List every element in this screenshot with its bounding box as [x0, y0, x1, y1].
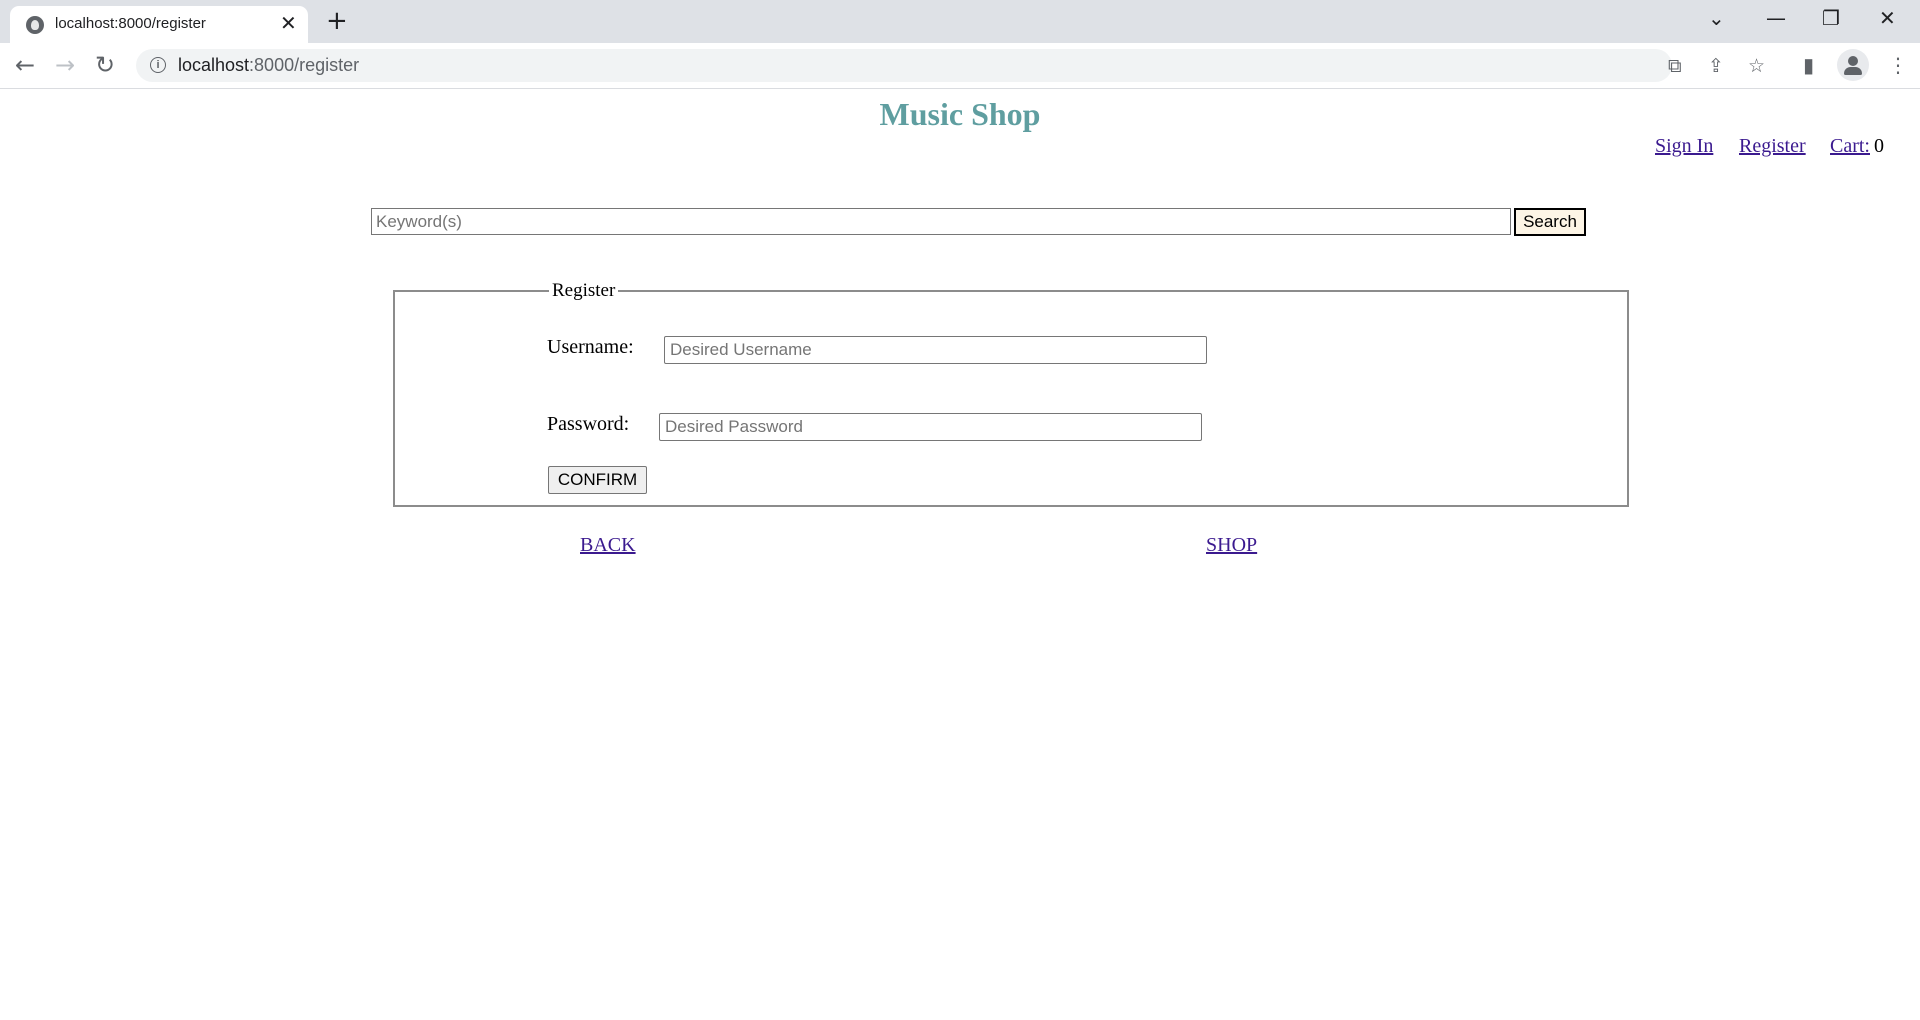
tab-title: localhost:8000/register [55, 15, 206, 32]
back-link[interactable]: BACK [580, 534, 636, 557]
forward-icon[interactable]: → [55, 51, 75, 79]
new-tab-icon[interactable]: + [326, 6, 348, 36]
register-legend: Register [549, 280, 619, 302]
search-button[interactable]: Search [1514, 208, 1586, 236]
password-field[interactable]: Desired Password [659, 413, 1202, 441]
sign-in-link[interactable]: Sign In [1655, 135, 1713, 158]
bookmark-star-icon[interactable]: ☆ [1748, 55, 1765, 77]
cart-link[interactable]: Cart: [1830, 135, 1870, 158]
username-field[interactable]: Desired Username [664, 336, 1207, 364]
search-input[interactable] [371, 208, 1511, 235]
register-fieldset: Register Username: Desired Username Pass… [393, 280, 1629, 507]
restore-icon[interactable]: ❐ [1822, 6, 1840, 30]
back-icon[interactable]: ← [15, 51, 35, 79]
cart-count: 0 [1874, 135, 1884, 157]
url-text: localhost:8000/register [178, 55, 360, 75]
username-label: Username: [547, 336, 634, 358]
browser-tab[interactable]: localhost:8000/register ✕ [10, 6, 308, 43]
minimize-icon[interactable]: — [1766, 6, 1786, 30]
profile-avatar-icon[interactable] [1837, 49, 1869, 81]
browser-tab-bar: localhost:8000/register ✕ + ⌄ — ❐ ✕ [0, 0, 1920, 43]
translate-icon[interactable]: ⧉ [1668, 55, 1682, 77]
tab-search-icon[interactable]: ⌄ [1708, 6, 1725, 30]
close-tab-icon[interactable]: ✕ [280, 11, 297, 35]
page-title: Music Shop [879, 96, 1041, 132]
close-window-icon[interactable]: ✕ [1879, 6, 1896, 30]
reload-icon[interactable]: ↻ [95, 51, 115, 79]
shop-link[interactable]: SHOP [1206, 534, 1257, 557]
address-bar[interactable]: i localhost:8000/register ⧉ ⇪ ☆ [136, 49, 1765, 82]
site-info-icon[interactable]: i [150, 57, 166, 73]
menu-kebab-icon[interactable]: ⋮ [1888, 53, 1908, 77]
password-label: Password: [547, 413, 630, 435]
share-icon[interactable]: ⇪ [1708, 55, 1724, 77]
side-panel-icon[interactable]: ▮ [1803, 53, 1814, 77]
register-link[interactable]: Register [1739, 135, 1806, 158]
browser-toolbar: ← → ↻ i localhost:8000/register ⧉ ⇪ ☆ ▮ … [0, 43, 1920, 89]
confirm-button[interactable]: CONFIRM [548, 466, 647, 494]
globe-icon [26, 16, 44, 34]
